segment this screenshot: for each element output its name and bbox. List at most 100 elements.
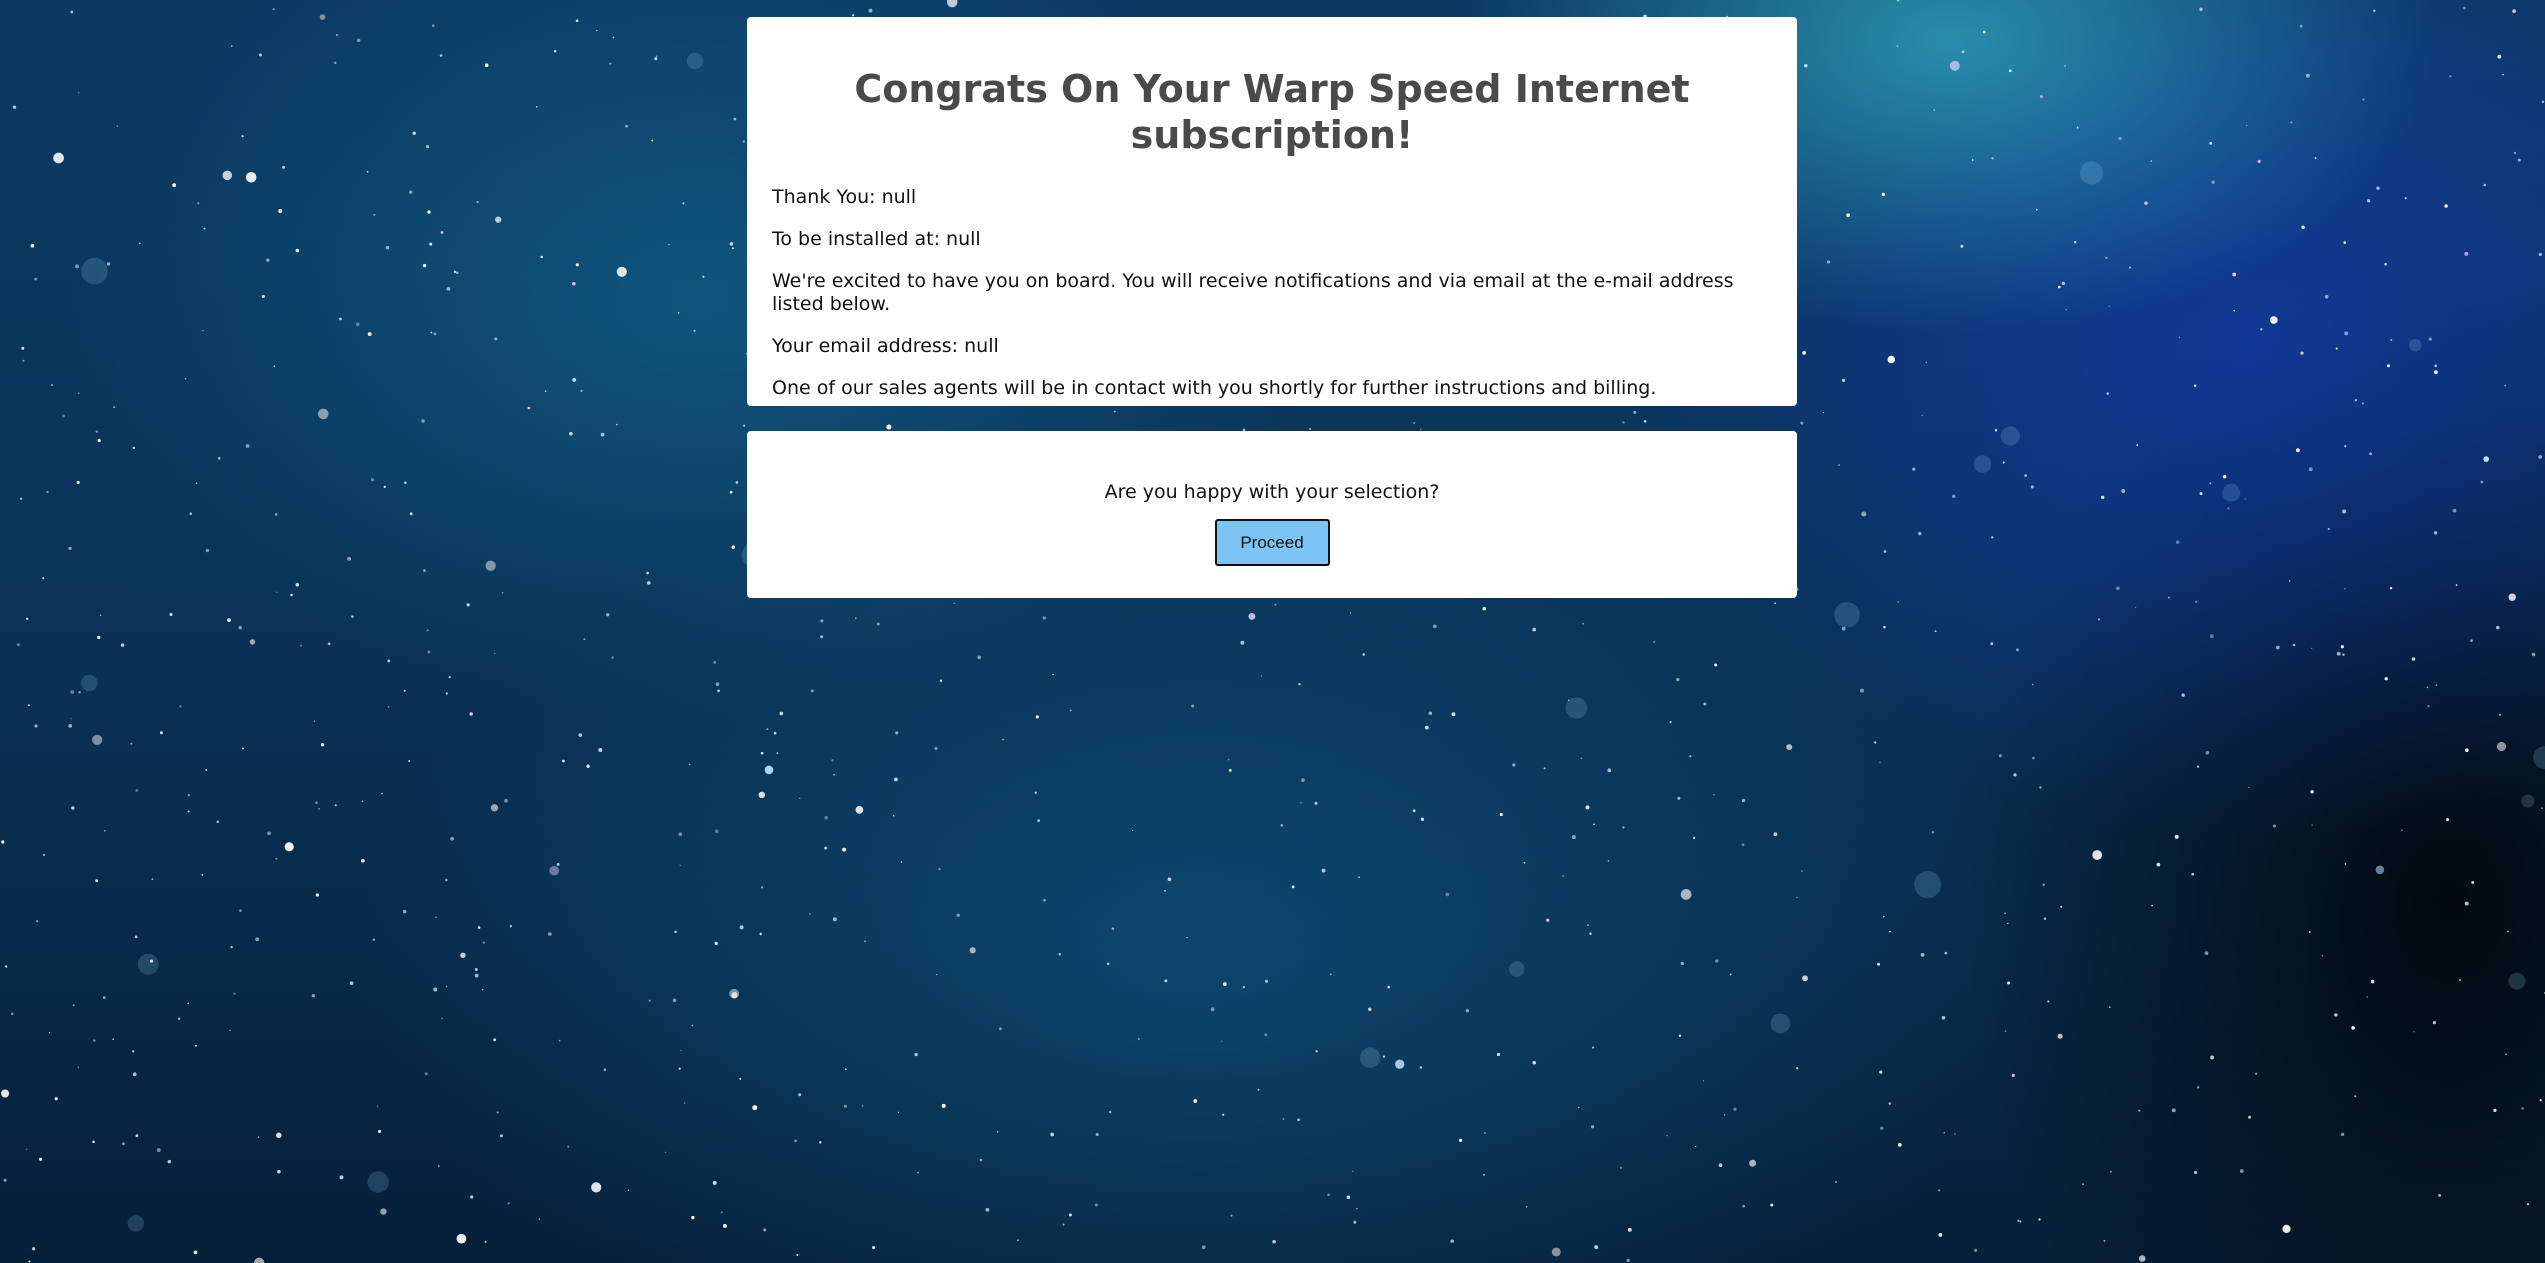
star [763, 1228, 767, 1232]
star [92, 1039, 96, 1042]
star [2244, 498, 2246, 500]
star [421, 419, 425, 423]
star [1841, 378, 1846, 383]
star [1532, 627, 1537, 632]
star [1800, 421, 1804, 425]
star [484, 63, 489, 67]
star [2455, 584, 2458, 586]
star [914, 1052, 918, 1057]
proceed-button[interactable]: Proceed [1214, 519, 1330, 566]
star [2103, 1239, 2106, 1242]
star [2181, 693, 2185, 697]
star [1300, 802, 1302, 804]
star [2150, 160, 2152, 162]
star [2064, 65, 2066, 67]
star [580, 389, 583, 393]
star [1315, 1050, 1318, 1053]
star [315, 801, 318, 804]
star [1095, 1132, 1099, 1137]
star [1043, 898, 1046, 902]
star-glow [686, 52, 704, 70]
star [53, 152, 64, 164]
star [2193, 384, 2197, 388]
star [2121, 489, 2126, 493]
star [2369, 452, 2373, 456]
star [335, 34, 338, 37]
star [78, 691, 81, 694]
star [664, 1151, 667, 1154]
star [2204, 951, 2209, 955]
star [2211, 180, 2215, 184]
star [1718, 1163, 1723, 1168]
star [249, 639, 256, 645]
star [2458, 979, 2461, 982]
star [2282, 1224, 2291, 1234]
star [651, 139, 654, 142]
star [16, 643, 20, 647]
star [2007, 981, 2011, 985]
star [12, 105, 17, 109]
star [544, 390, 547, 392]
star [97, 635, 101, 640]
star [1580, 757, 1583, 760]
star [1419, 428, 1422, 431]
star [864, 940, 867, 943]
star [97, 438, 101, 443]
star [319, 14, 326, 20]
star [315, 893, 319, 897]
star [773, 731, 777, 735]
star [494, 337, 498, 341]
star [678, 1067, 681, 1070]
star [615, 423, 618, 426]
star [799, 797, 801, 800]
star [1327, 1193, 1330, 1197]
star [31, 1247, 36, 1251]
star [1998, 754, 2002, 758]
star-glow [1834, 602, 1860, 628]
thank-you-text: Thank You: null [772, 186, 917, 209]
star [466, 603, 470, 607]
star [3, 1178, 7, 1182]
star [311, 993, 316, 998]
star-glow [1770, 1013, 1791, 1034]
star [2512, 9, 2516, 13]
star [917, 1171, 919, 1174]
star [1802, 351, 1806, 355]
star [556, 862, 560, 866]
star [1921, 414, 1923, 417]
star [758, 791, 766, 799]
star [2464, 251, 2469, 256]
star [1201, 1245, 1206, 1250]
subscription-confirmation-card: Congrats On Your Warp Speed Internet sub… [747, 17, 1797, 406]
star [936, 973, 938, 976]
star [172, 183, 177, 188]
star [809, 913, 811, 915]
star [1974, 1248, 1978, 1252]
star [733, 117, 737, 121]
star [230, 45, 233, 47]
star-glow [127, 1215, 144, 1232]
star [1551, 1247, 1561, 1257]
star [2462, 6, 2466, 10]
star [380, 1208, 387, 1215]
star [26, 617, 29, 620]
star [373, 213, 376, 216]
star [2370, 979, 2375, 984]
star [68, 546, 72, 551]
star [872, 1246, 876, 1250]
star [2311, 824, 2313, 826]
star [1069, 709, 1072, 712]
star [494, 652, 496, 655]
star [941, 1103, 946, 1108]
star [445, 692, 448, 695]
star [2401, 829, 2403, 832]
star [672, 998, 677, 1003]
star [1971, 159, 1974, 161]
star [245, 444, 250, 448]
star [536, 106, 538, 108]
star [30, 243, 35, 248]
star [78, 392, 80, 394]
star [339, 317, 342, 321]
star [998, 1027, 1002, 1031]
star [1274, 603, 1277, 606]
